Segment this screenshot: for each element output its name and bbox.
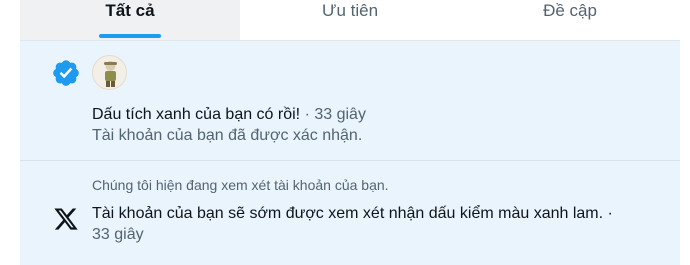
notification-tabs: Tất cả Ưu tiên Đề cập: [20, 0, 680, 40]
notification-time: 33 giây: [92, 226, 144, 243]
avatar[interactable]: [92, 55, 127, 90]
notification-verified[interactable]: Dấu tích xanh của bạn có rồi! · 33 giây …: [20, 40, 680, 160]
notification-review[interactable]: Chúng tôi hiện đang xem xét tài khoản củ…: [20, 160, 680, 265]
notification-body: Tài khoản của bạn sẽ sớm được xem xét nh…: [92, 205, 613, 222]
notification-title: Dấu tích xanh của bạn có rồi!: [92, 106, 301, 123]
notification-title-line: Dấu tích xanh của bạn có rồi! · 33 giây: [92, 105, 366, 125]
notification-body: Tài khoản của bạn đã được xác nhận.: [92, 127, 363, 144]
notifications-panel: Tất cả Ưu tiên Đề cập Dấu tích xanh của …: [20, 0, 680, 265]
notification-time: · 33 giây: [304, 106, 366, 123]
tab-all-label: Tất cả: [105, 1, 155, 20]
x-logo-icon: [53, 206, 79, 232]
tab-priority[interactable]: Ưu tiên: [240, 0, 460, 40]
tab-priority-label: Ưu tiên: [321, 1, 379, 20]
tab-mentions-label: Đề cập: [543, 1, 597, 20]
notification-header: Chúng tôi hiện đang xem xét tài khoản củ…: [92, 177, 389, 193]
active-tab-indicator: [99, 34, 161, 38]
tab-all[interactable]: Tất cả: [20, 0, 240, 40]
verified-badge-icon: [51, 58, 81, 88]
tab-mentions[interactable]: Đề cập: [460, 0, 680, 40]
